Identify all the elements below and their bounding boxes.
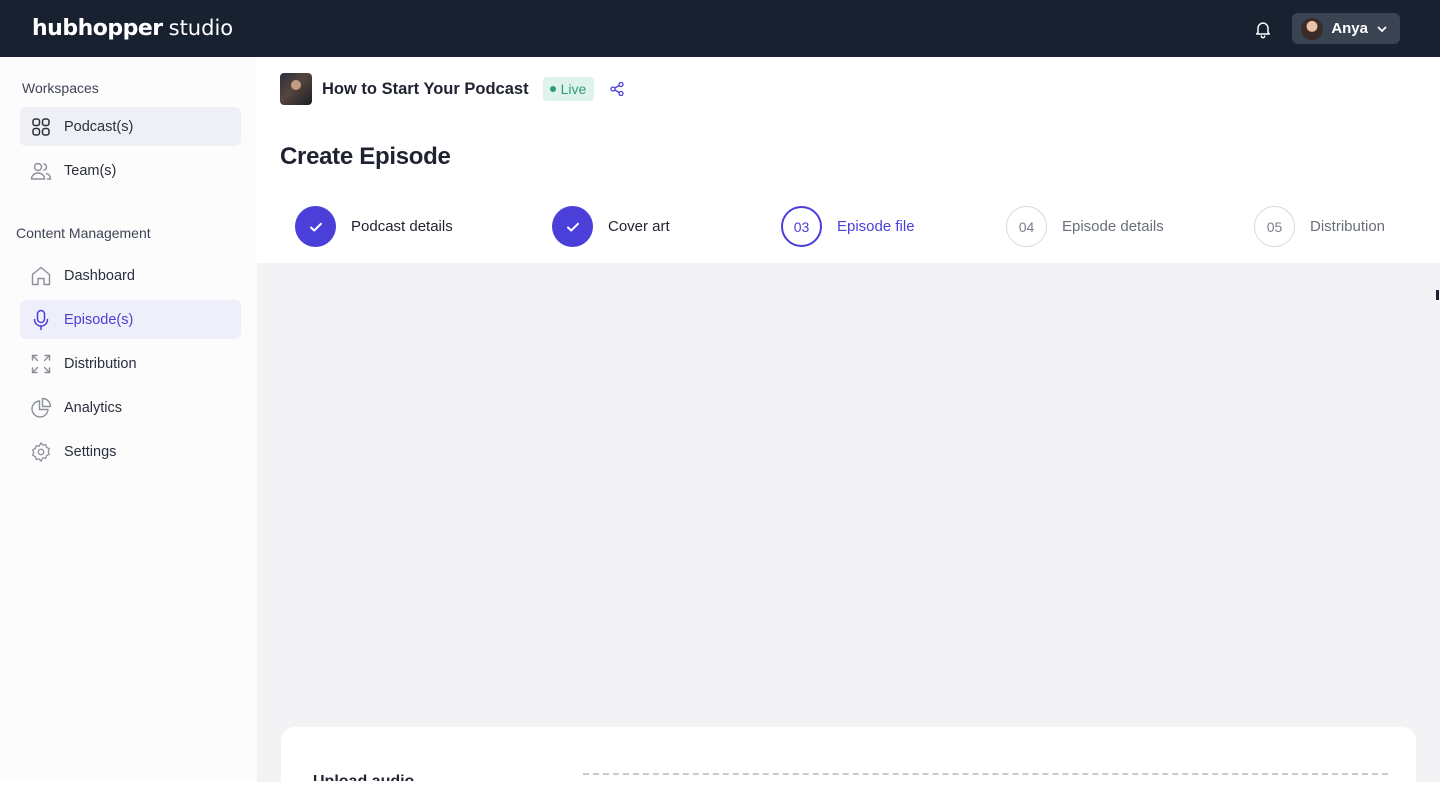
status-badge-label: Live bbox=[560, 81, 587, 97]
sidebar-section-content: Content Management bbox=[16, 225, 151, 241]
sidebar-item-label: Episode(s) bbox=[64, 311, 134, 328]
step-label: Episode file bbox=[837, 218, 915, 235]
step-number: 05 bbox=[1254, 206, 1295, 247]
step-label: Episode details bbox=[1062, 218, 1164, 235]
sidebar-item-label: Distribution bbox=[64, 355, 137, 372]
step-cover-art[interactable]: Cover art bbox=[552, 206, 670, 247]
sidebar-item-label: Dashboard bbox=[64, 267, 135, 284]
top-navbar: hubhopper studio Anya bbox=[0, 0, 1440, 57]
check-icon bbox=[552, 206, 593, 247]
podcast-header: How to Start Your Podcast Live bbox=[280, 73, 626, 105]
user-menu-button[interactable]: Anya bbox=[1292, 13, 1400, 44]
user-name: Anya bbox=[1331, 20, 1368, 37]
sidebar-item-teams[interactable]: Team(s) bbox=[20, 151, 241, 190]
logo-wordmark: hubhopper bbox=[32, 16, 163, 41]
sidebar: Workspaces Podcast(s) Team(s) Content Ma… bbox=[0, 57, 257, 782]
live-dot-icon bbox=[549, 86, 556, 92]
sidebar-item-label: Analytics bbox=[64, 399, 123, 416]
app-logo[interactable]: hubhopper studio bbox=[32, 16, 233, 41]
upload-dropzone[interactable] bbox=[583, 773, 1388, 775]
step-label: Cover art bbox=[608, 218, 670, 235]
upload-card: Upload audio bbox=[281, 727, 1416, 797]
pie-chart-icon bbox=[30, 397, 52, 419]
share-icon[interactable] bbox=[608, 80, 626, 98]
microphone-icon bbox=[30, 309, 52, 331]
users-icon bbox=[30, 160, 52, 182]
step-distribution[interactable]: 05 Distribution bbox=[1254, 206, 1385, 247]
topbar-actions: Anya bbox=[1252, 13, 1400, 44]
step-podcast-details[interactable]: Podcast details bbox=[295, 206, 453, 247]
home-icon bbox=[30, 265, 52, 287]
sidebar-item-settings[interactable]: Settings bbox=[20, 432, 241, 471]
sidebar-item-analytics[interactable]: Analytics bbox=[20, 388, 241, 427]
podcast-title: How to Start Your Podcast bbox=[322, 79, 529, 98]
page-title: Create Episode bbox=[280, 143, 451, 170]
step-number: 03 bbox=[781, 206, 822, 247]
gear-icon bbox=[30, 441, 52, 463]
step-number: 04 bbox=[1006, 206, 1047, 247]
mouse-cursor bbox=[1436, 290, 1439, 300]
expand-icon bbox=[30, 353, 52, 375]
step-episode-details[interactable]: 04 Episode details bbox=[1006, 206, 1164, 247]
chevron-down-icon bbox=[1376, 23, 1388, 35]
upload-title: Upload audio bbox=[313, 773, 414, 781]
step-label: Distribution bbox=[1310, 218, 1386, 235]
check-icon bbox=[295, 206, 336, 247]
step-episode-file[interactable]: 03 Episode file bbox=[781, 206, 915, 247]
bell-icon[interactable] bbox=[1252, 18, 1274, 40]
step-label: Podcast details bbox=[351, 218, 453, 235]
sidebar-item-label: Podcast(s) bbox=[64, 118, 134, 135]
podcast-cover-thumbnail bbox=[280, 73, 312, 105]
sidebar-section-workspaces: Workspaces bbox=[22, 80, 99, 96]
sidebar-item-episodes[interactable]: Episode(s) bbox=[20, 300, 241, 339]
sidebar-item-dashboard[interactable]: Dashboard bbox=[20, 256, 241, 295]
sidebar-item-label: Settings bbox=[64, 443, 117, 460]
avatar bbox=[1301, 17, 1324, 40]
logo-subtitle: studio bbox=[168, 16, 234, 40]
sidebar-item-label: Team(s) bbox=[64, 162, 117, 179]
status-badge: Live bbox=[542, 77, 595, 101]
episode-file-panel: Upload audio bbox=[257, 263, 1440, 797]
sidebar-item-podcasts[interactable]: Podcast(s) bbox=[20, 107, 241, 146]
sidebar-item-distribution[interactable]: Distribution bbox=[20, 344, 241, 383]
grid-icon bbox=[30, 116, 52, 138]
main-content: How to Start Your Podcast Live Create Ep… bbox=[257, 57, 1440, 797]
